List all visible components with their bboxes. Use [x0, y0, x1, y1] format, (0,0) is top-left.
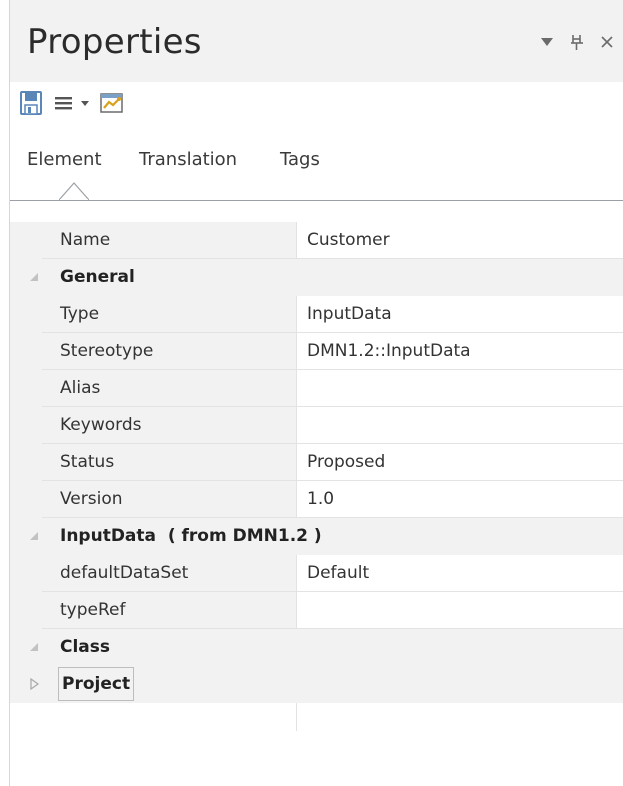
property-value[interactable]: Default — [297, 555, 623, 591]
property-label: Keywords — [42, 407, 297, 443]
property-row-typeref[interactable]: typeRef — [10, 592, 623, 629]
grid-empty-area — [10, 703, 623, 731]
property-label: Status — [42, 444, 297, 480]
property-label: typeRef — [42, 592, 297, 628]
pin-icon[interactable] — [566, 30, 588, 54]
property-value[interactable]: 1.0 — [297, 481, 623, 517]
group-label: General — [60, 267, 135, 287]
property-row-keywords[interactable]: Keywords — [10, 407, 623, 444]
property-label: Name — [42, 222, 297, 258]
group-label: Class — [60, 637, 111, 657]
tab-tags[interactable]: Tags — [280, 148, 320, 172]
property-value[interactable]: Customer — [297, 222, 623, 258]
property-value[interactable]: DMN1.2::InputData — [297, 333, 623, 369]
group-header-project[interactable]: Project — [10, 666, 623, 703]
property-row-name[interactable]: Name Customer — [10, 222, 623, 259]
group-header-general[interactable]: General — [10, 259, 623, 296]
property-label: defaultDataSet — [42, 555, 297, 591]
panel-toolbar — [10, 82, 623, 126]
group-label: Project — [57, 667, 135, 701]
tab-underline — [10, 200, 623, 201]
hamburger-menu-icon[interactable] — [53, 91, 75, 115]
property-row-type[interactable]: Type InputData — [10, 296, 623, 333]
property-row-version[interactable]: Version 1.0 — [10, 481, 623, 518]
menu-dropdown-icon[interactable] — [79, 91, 91, 115]
property-row-defaultdataset[interactable]: defaultDataSet Default — [10, 555, 623, 592]
property-label: Type — [42, 296, 297, 332]
group-label: InputData ( from DMN1.2 ) — [60, 526, 322, 546]
panel-title-bar: Properties — [10, 0, 623, 82]
save-icon[interactable] — [20, 91, 42, 115]
property-label: Stereotype — [42, 333, 297, 369]
property-label: Alias — [42, 370, 297, 406]
property-grid: Name Customer General Type InputData Ste… — [10, 202, 623, 786]
close-icon[interactable] — [596, 30, 618, 54]
properties-panel: Properties Element Translation Tags Name… — [0, 0, 623, 786]
property-row-status[interactable]: Status Proposed — [10, 444, 623, 481]
panel-title: Properties — [27, 22, 202, 62]
collapse-triangle-icon[interactable] — [28, 530, 40, 542]
group-header-inputdata[interactable]: InputData ( from DMN1.2 ) — [10, 518, 623, 555]
expand-triangle-icon[interactable] — [28, 678, 40, 690]
property-label: Version — [42, 481, 297, 517]
property-value[interactable] — [297, 592, 623, 628]
property-value[interactable]: Proposed — [297, 444, 623, 480]
property-value[interactable] — [297, 407, 623, 443]
properties-dialog-icon[interactable] — [99, 91, 125, 115]
tab-translation[interactable]: Translation — [139, 148, 237, 172]
group-header-class[interactable]: Class — [10, 629, 623, 666]
property-row-alias[interactable]: Alias — [10, 370, 623, 407]
collapse-triangle-icon[interactable] — [28, 641, 40, 653]
tab-element[interactable]: Element — [27, 148, 102, 172]
property-value[interactable]: InputData — [297, 296, 623, 332]
property-row-stereotype[interactable]: Stereotype DMN1.2::InputData — [10, 333, 623, 370]
active-tab-indicator — [59, 182, 89, 201]
panel-options-dropdown-icon[interactable] — [536, 30, 558, 54]
property-value[interactable] — [297, 370, 623, 406]
tab-strip: Element Translation Tags — [10, 126, 623, 202]
collapse-triangle-icon[interactable] — [28, 271, 40, 283]
